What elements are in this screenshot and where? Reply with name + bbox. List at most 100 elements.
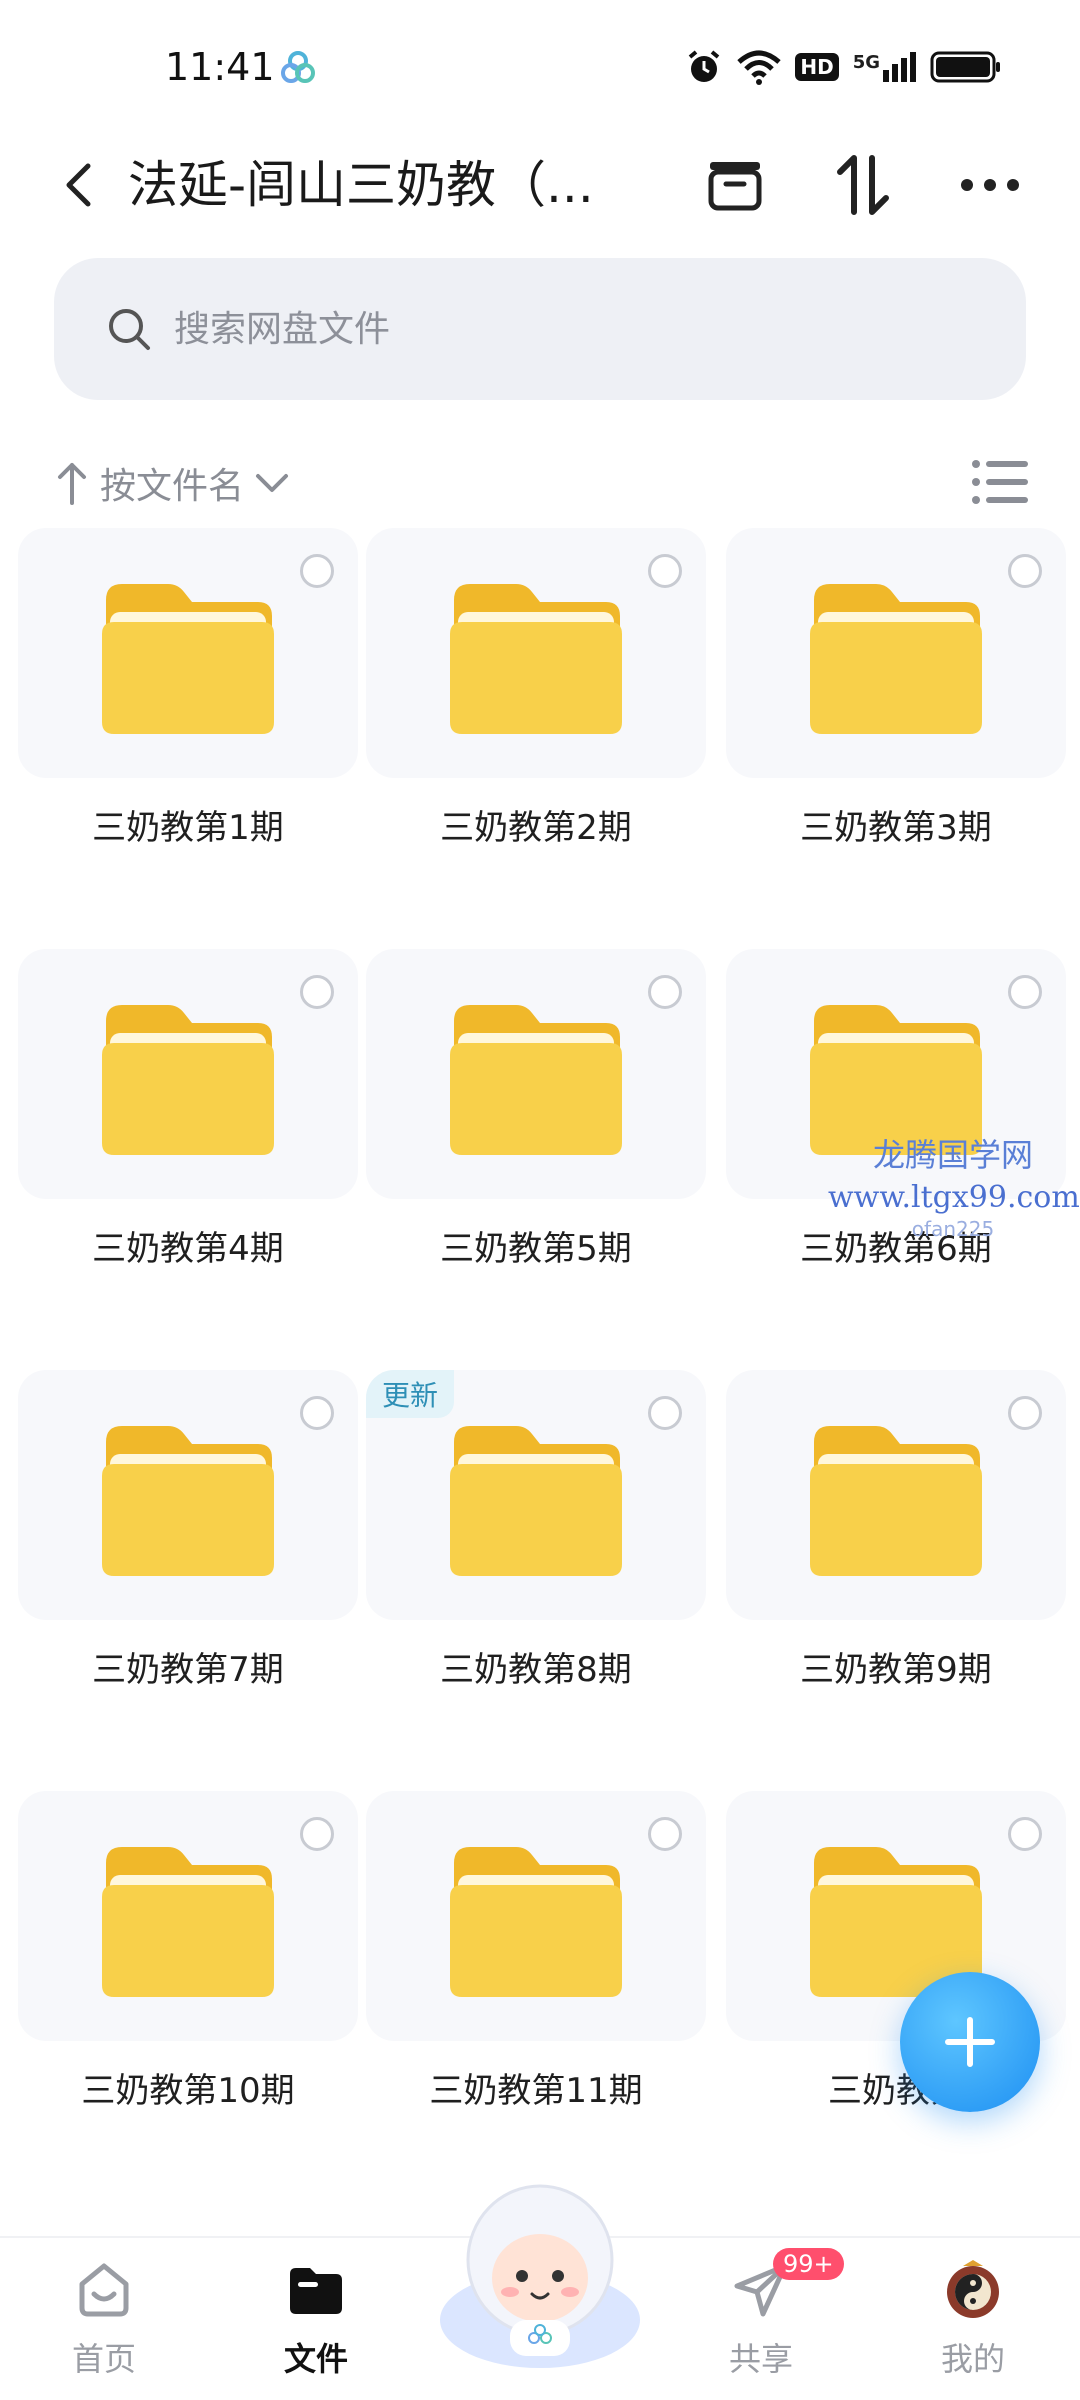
folder-item[interactable]: 三奶教第7期 bbox=[18, 1370, 358, 1691]
folder-card[interactable] bbox=[366, 528, 706, 778]
arrow-up-icon bbox=[58, 463, 86, 505]
share-count-badge: 99+ bbox=[773, 2248, 844, 2280]
assistant-mascot-icon[interactable] bbox=[430, 2170, 650, 2370]
status-bar: 11:41 HD 5G bbox=[0, 0, 1080, 130]
file-browser-screen: 11:41 HD 5G 法延-闾山三奶教（... 搜索网盘文件 按文件名 三奶教… bbox=[0, 0, 1080, 2400]
folder-icon bbox=[810, 1426, 982, 1576]
folder-name: 三奶教第10期 bbox=[81, 2071, 295, 2111]
select-radio[interactable] bbox=[648, 1817, 682, 1851]
hd-icon: HD bbox=[795, 53, 839, 81]
folder-item[interactable]: 三奶教第3期 bbox=[726, 528, 1066, 849]
folder-item[interactable]: 三奶教第4期 bbox=[18, 949, 358, 1270]
folder-card[interactable]: 更新 bbox=[366, 1370, 706, 1620]
folder-icon bbox=[102, 584, 274, 734]
select-radio[interactable] bbox=[1008, 1817, 1042, 1851]
select-radio[interactable] bbox=[300, 975, 334, 1009]
wifi-icon bbox=[737, 50, 782, 85]
folder-icon bbox=[450, 1005, 622, 1155]
sort-label: 按文件名 bbox=[100, 466, 245, 507]
transfer-button[interactable] bbox=[828, 150, 898, 220]
folder-name: 三奶教第2期 bbox=[440, 808, 632, 848]
folder-name: 三奶教第9期 bbox=[800, 1650, 992, 1690]
archive-box-icon bbox=[708, 162, 762, 211]
update-badge: 更新 bbox=[366, 1370, 455, 1418]
folder-icon bbox=[102, 1426, 274, 1576]
folder-item[interactable]: 三奶教第11期 bbox=[366, 1791, 706, 2112]
folder-card[interactable] bbox=[366, 1791, 706, 2041]
nav-mine[interactable]: 我的 bbox=[913, 2258, 1033, 2380]
folder-item[interactable]: 更新三奶教第8期 bbox=[366, 1370, 706, 1691]
folder-card[interactable] bbox=[366, 949, 706, 1199]
folder-item[interactable]: 三奶教第6期 bbox=[726, 949, 1066, 1270]
nav-home[interactable]: 首页 bbox=[44, 2258, 164, 2380]
page-title: 法延-闾山三奶教（... bbox=[128, 156, 594, 214]
folder-name: 三奶教第7期 bbox=[92, 1650, 284, 1690]
nav-share[interactable]: 99+ 共享 bbox=[701, 2248, 844, 2380]
nav-mine-label: 我的 bbox=[940, 2340, 1005, 2378]
nav-files[interactable]: 文件 bbox=[256, 2258, 376, 2380]
folder-name: 三奶教第1期 bbox=[92, 808, 284, 848]
nav-files-label: 文件 bbox=[283, 2340, 348, 2378]
status-icons: HD 5G bbox=[685, 48, 1002, 86]
folder-item[interactable]: 三奶教第1期 bbox=[18, 528, 358, 849]
folder-card[interactable] bbox=[18, 949, 358, 1199]
folder-icon bbox=[810, 584, 982, 734]
folder-card[interactable] bbox=[18, 528, 358, 778]
select-radio[interactable] bbox=[1008, 554, 1042, 588]
nav-home-label: 首页 bbox=[71, 2340, 136, 2378]
select-radio[interactable] bbox=[300, 554, 334, 588]
select-radio[interactable] bbox=[300, 1396, 334, 1430]
status-time: 11:41 bbox=[165, 45, 275, 89]
select-radio[interactable] bbox=[1008, 1396, 1042, 1430]
folder-icon bbox=[450, 1426, 622, 1576]
home-icon bbox=[79, 2263, 129, 2317]
folder-icon bbox=[450, 1847, 622, 1997]
back-button[interactable] bbox=[48, 150, 108, 220]
more-button[interactable] bbox=[955, 150, 1025, 220]
folder-item[interactable]: 三奶教第10期 bbox=[18, 1791, 358, 2112]
alarm-icon bbox=[689, 50, 720, 82]
folder-item[interactable]: 三奶教第9期 bbox=[726, 1370, 1066, 1691]
folder-name: 三奶教第5期 bbox=[440, 1229, 632, 1269]
folder-icon bbox=[810, 1005, 982, 1155]
folder-name: 三奶教第8期 bbox=[440, 1650, 632, 1690]
search-input[interactable] bbox=[174, 308, 934, 350]
folder-icon bbox=[102, 1005, 274, 1155]
signal-icon: 5G bbox=[853, 52, 916, 82]
chevron-down-icon bbox=[256, 474, 289, 492]
avatar bbox=[947, 2260, 999, 2318]
up-down-arrows-icon bbox=[837, 155, 889, 215]
folder-item[interactable]: 三奶教第2期 bbox=[366, 528, 706, 849]
folder-name: 三奶教第4期 bbox=[92, 1229, 284, 1269]
list-view-icon[interactable] bbox=[970, 456, 1030, 508]
add-button[interactable] bbox=[900, 1972, 1040, 2112]
select-radio[interactable] bbox=[648, 1396, 682, 1430]
folder-icon bbox=[450, 584, 622, 734]
more-dots-icon bbox=[961, 179, 1019, 191]
cloud-app-icon bbox=[281, 51, 315, 83]
chevron-left-icon bbox=[66, 163, 91, 207]
folder-card[interactable] bbox=[18, 1791, 358, 2041]
archive-button[interactable] bbox=[700, 150, 770, 220]
header: 法延-闾山三奶教（... bbox=[0, 130, 1080, 240]
select-radio[interactable] bbox=[1008, 975, 1042, 1009]
folder-card[interactable] bbox=[726, 528, 1066, 778]
folder-name: 三奶教第11期 bbox=[429, 2071, 643, 2111]
folder-card[interactable] bbox=[726, 1370, 1066, 1620]
folder-icon bbox=[102, 1847, 274, 1997]
folder-card[interactable] bbox=[726, 949, 1066, 1199]
select-radio[interactable] bbox=[648, 554, 682, 588]
plus-icon bbox=[945, 2017, 995, 2067]
sort-control[interactable]: 按文件名 bbox=[54, 450, 292, 516]
folder-card[interactable] bbox=[18, 1370, 358, 1620]
battery-icon bbox=[930, 51, 1000, 83]
search-icon bbox=[109, 309, 150, 350]
folder-name: 三奶教第6期 bbox=[800, 1229, 992, 1269]
folder-icon bbox=[290, 2268, 342, 2314]
select-radio[interactable] bbox=[648, 975, 682, 1009]
search-bar[interactable] bbox=[54, 258, 1026, 400]
folder-item[interactable]: 三奶教第5期 bbox=[366, 949, 706, 1270]
select-radio[interactable] bbox=[300, 1817, 334, 1851]
folder-name: 三奶教第3期 bbox=[800, 808, 992, 848]
nav-share-label: 共享 bbox=[728, 2340, 793, 2378]
